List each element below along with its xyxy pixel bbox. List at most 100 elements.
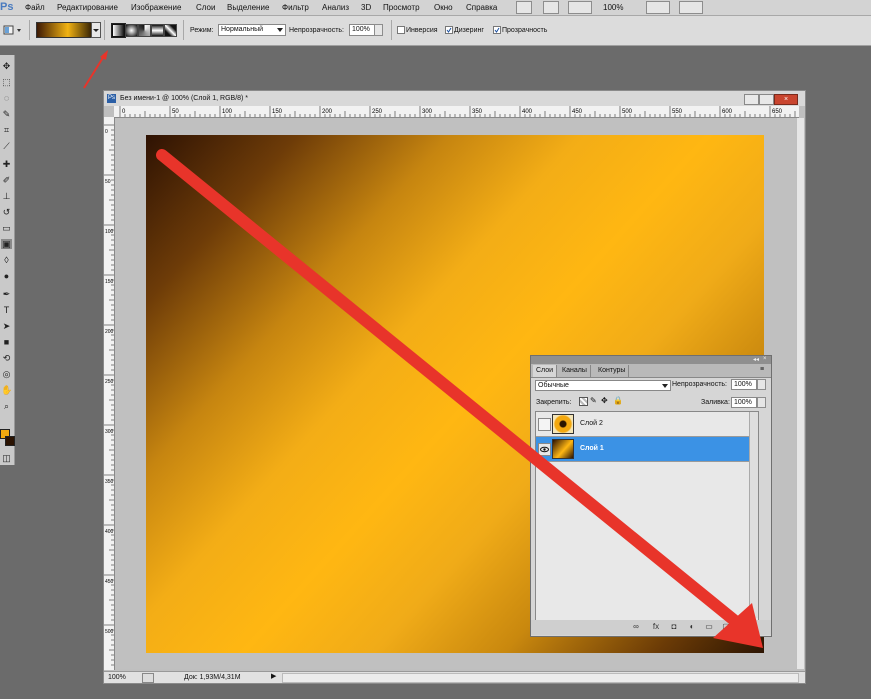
brush-tool-icon[interactable]: ✐ bbox=[1, 175, 12, 185]
eraser-tool-icon[interactable]: ▭ bbox=[1, 223, 12, 233]
lasso-tool-icon[interactable]: ◌ bbox=[1, 93, 12, 103]
opacity-arrow-icon[interactable] bbox=[374, 24, 383, 36]
horizontal-scrollbar[interactable] bbox=[282, 673, 799, 683]
tab-paths[interactable]: Контуры bbox=[595, 365, 630, 377]
quick-select-tool-icon[interactable]: ✎ bbox=[1, 109, 12, 119]
menu-edit[interactable]: Редактирование bbox=[57, 3, 118, 12]
lock-all-icon[interactable]: 🔒 bbox=[613, 396, 623, 405]
linear-gradient-icon[interactable] bbox=[111, 23, 126, 38]
fx-icon[interactable]: fx bbox=[651, 622, 661, 632]
fill-label: Заливка: bbox=[701, 399, 730, 406]
minimize-icon[interactable] bbox=[744, 94, 759, 105]
blend-mode-select[interactable]: Обычные bbox=[535, 380, 671, 391]
opacity-input[interactable]: 100% bbox=[349, 24, 375, 36]
layer-name[interactable]: Слой 1 bbox=[580, 445, 604, 452]
reflected-gradient-icon[interactable] bbox=[151, 24, 164, 37]
panel-menu-icon[interactable]: ≡ bbox=[760, 366, 764, 373]
radial-gradient-icon[interactable] bbox=[125, 24, 138, 37]
vertical-scrollbar[interactable] bbox=[797, 118, 804, 669]
menu-select[interactable]: Выделение bbox=[227, 3, 269, 12]
status-zoom[interactable]: 100% bbox=[108, 674, 126, 681]
layer-name[interactable]: Слой 2 bbox=[580, 420, 603, 427]
panel-header[interactable]: ◂◂ × bbox=[531, 356, 771, 364]
document-ps-icon: Ps bbox=[107, 94, 116, 103]
healing-tool-icon[interactable]: ✚ bbox=[1, 159, 12, 169]
diamond-gradient-icon[interactable] bbox=[164, 24, 177, 37]
visibility-toggle[interactable] bbox=[538, 418, 551, 431]
fill-value: 100% bbox=[734, 399, 752, 406]
arrange-docs-icon[interactable] bbox=[646, 1, 670, 14]
shape-tool-icon[interactable]: ■ bbox=[1, 337, 12, 347]
layer-opacity-arrow-icon[interactable] bbox=[757, 379, 766, 390]
add-mask-icon[interactable]: ◘ bbox=[669, 622, 679, 632]
menu-analysis[interactable]: Анализ bbox=[322, 3, 349, 12]
new-group-icon[interactable]: ▭ bbox=[704, 622, 714, 632]
quick-mask-icon[interactable]: ◫ bbox=[1, 453, 12, 463]
menu-filter[interactable]: Фильтр bbox=[282, 3, 309, 12]
zoom-tool-icon[interactable]: ⌕ bbox=[1, 401, 12, 411]
lock-transparent-icon[interactable] bbox=[579, 397, 588, 406]
lock-position-icon[interactable]: ✥ bbox=[601, 396, 608, 405]
move-tool-icon[interactable]: ✥ bbox=[1, 61, 12, 71]
dither-checkbox[interactable] bbox=[445, 26, 453, 34]
gradient-preview[interactable] bbox=[36, 22, 94, 38]
stamp-tool-icon[interactable]: ⊥ bbox=[1, 191, 12, 201]
tab-layers[interactable]: Слои bbox=[533, 365, 558, 377]
fill-arrow-icon[interactable] bbox=[757, 397, 766, 408]
menu-3d[interactable]: 3D bbox=[361, 3, 371, 12]
adjustment-layer-icon[interactable]: ◐ bbox=[687, 622, 697, 632]
status-arrow-icon[interactable]: ▶ bbox=[271, 673, 279, 681]
tool-preset-icon[interactable] bbox=[3, 24, 23, 36]
screen-mode-icon[interactable] bbox=[679, 1, 703, 14]
collapse-icon[interactable]: ◂◂ bbox=[753, 356, 759, 363]
3d-orbit-icon[interactable]: ◎ bbox=[1, 369, 12, 379]
tab-channels[interactable]: Каналы bbox=[559, 365, 591, 377]
blur-tool-icon[interactable]: ◊ bbox=[1, 255, 12, 265]
crop-tool-icon[interactable]: ⌗ bbox=[1, 125, 12, 135]
gradient-dropdown-icon[interactable] bbox=[91, 22, 101, 38]
path-select-icon[interactable]: ➤ bbox=[1, 321, 12, 331]
menu-file[interactable]: Файл bbox=[25, 3, 45, 12]
fill-input[interactable]: 100% bbox=[731, 397, 757, 408]
mode-select[interactable]: Нормальный bbox=[218, 24, 286, 36]
menu-layers[interactable]: Слои bbox=[196, 3, 215, 12]
layer-list-scrollbar[interactable] bbox=[749, 412, 758, 618]
lock-image-icon[interactable]: ✎ bbox=[590, 396, 597, 405]
history-brush-icon[interactable]: ↺ bbox=[1, 207, 12, 217]
menu-help[interactable]: Справка bbox=[466, 3, 497, 12]
eyedropper-tool-icon[interactable]: ⟋ bbox=[1, 141, 12, 151]
zoom-level[interactable]: 100% bbox=[603, 3, 623, 12]
trash-icon[interactable]: 🗑 bbox=[739, 622, 749, 632]
status-info-icon[interactable] bbox=[142, 673, 154, 683]
panel-close-icon[interactable]: × bbox=[763, 356, 767, 362]
view-extras-icon[interactable] bbox=[568, 1, 592, 14]
ruler-label: 50 bbox=[172, 109, 179, 115]
menu-image[interactable]: Изображение bbox=[131, 3, 181, 12]
maximize-icon[interactable] bbox=[759, 94, 774, 105]
link-layers-icon[interactable]: ∞ bbox=[631, 622, 641, 632]
background-color-swatch[interactable] bbox=[5, 436, 15, 446]
bridge-icon[interactable] bbox=[516, 1, 532, 14]
menu-window[interactable]: Окно bbox=[434, 3, 453, 12]
dodge-tool-icon[interactable]: ● bbox=[1, 271, 12, 281]
layer-opacity-label: Непрозрачность: bbox=[672, 381, 727, 388]
layer-row[interactable]: Слой 1 bbox=[536, 437, 758, 462]
layer-opacity-input[interactable]: 100% bbox=[731, 379, 757, 390]
pen-tool-icon[interactable]: ✒ bbox=[1, 289, 12, 299]
gradient-tool-icon[interactable]: ▣ bbox=[1, 239, 12, 249]
eye-icon[interactable] bbox=[538, 443, 551, 456]
marquee-tool-icon[interactable]: ⬚ bbox=[1, 77, 12, 87]
layer-row[interactable]: Слой 2 bbox=[536, 412, 758, 437]
type-tool-icon[interactable]: T bbox=[1, 305, 12, 315]
menu-view[interactable]: Просмотр bbox=[383, 3, 420, 12]
transparency-checkbox[interactable] bbox=[493, 26, 501, 34]
new-layer-icon[interactable]: ▢ bbox=[721, 622, 731, 632]
document-title: Без имени-1 @ 100% (Слой 1, RGB/8) * bbox=[120, 95, 249, 102]
hand-tool-icon[interactable]: ✋ bbox=[1, 385, 12, 395]
close-icon[interactable]: × bbox=[774, 94, 798, 105]
3d-rotate-icon[interactable]: ⟲ bbox=[1, 353, 12, 363]
angle-gradient-icon[interactable] bbox=[138, 24, 151, 37]
inversion-checkbox[interactable] bbox=[397, 26, 405, 34]
document-titlebar[interactable]: Ps Без имени-1 @ 100% (Слой 1, RGB/8) * … bbox=[104, 91, 805, 106]
minibridge-icon[interactable] bbox=[543, 1, 559, 14]
